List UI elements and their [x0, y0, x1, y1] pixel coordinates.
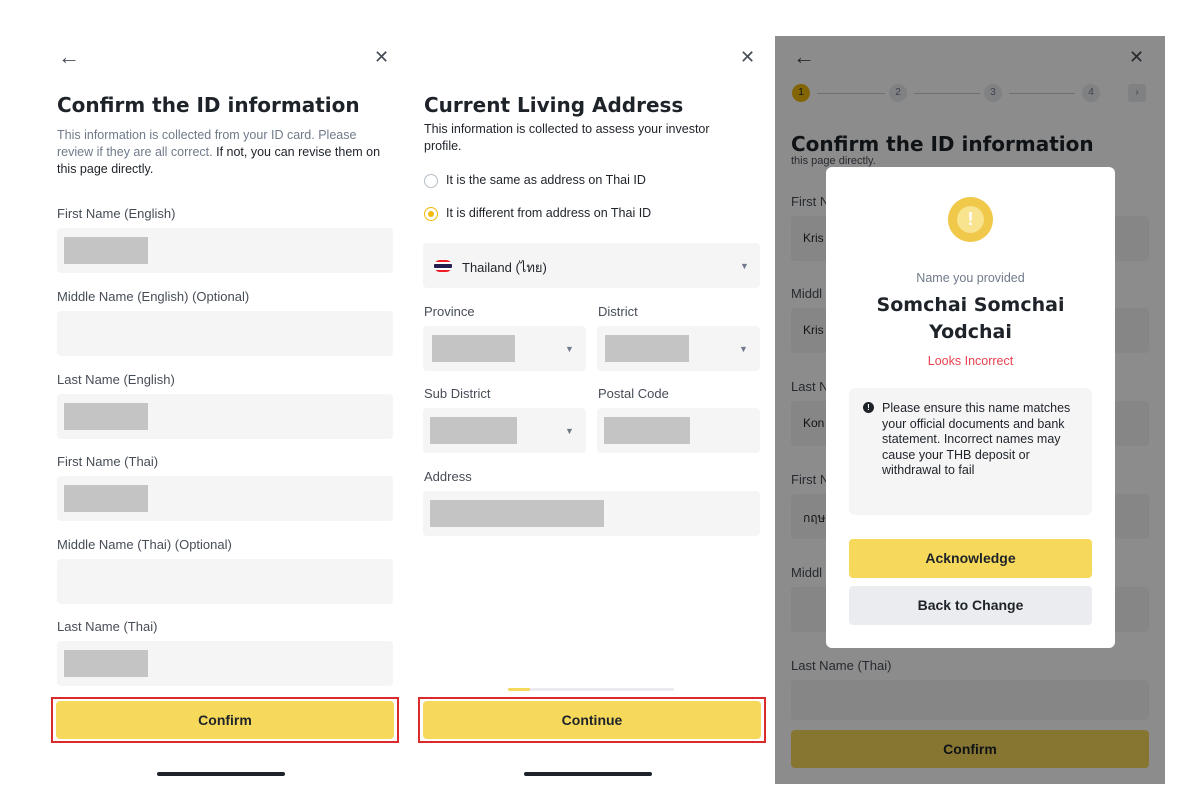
redacted-value: [64, 485, 148, 512]
postal-code-label: Postal Code: [598, 386, 669, 401]
chevron-down-icon: ▼: [739, 344, 748, 354]
redacted-value: [64, 403, 148, 430]
sub-district-label: Sub District: [424, 386, 491, 401]
province-select[interactable]: ▼: [423, 326, 586, 371]
redacted-value: [604, 417, 690, 444]
middle-name-english-input[interactable]: [57, 311, 393, 356]
last-name-english-input[interactable]: [57, 394, 393, 439]
thailand-flag-icon: [434, 260, 452, 272]
warning-icon: !: [948, 197, 993, 242]
exclamation-icon: !: [957, 206, 984, 233]
info-icon: !: [863, 402, 874, 413]
district-select[interactable]: ▼: [597, 326, 760, 371]
chevron-down-icon: ▼: [565, 344, 574, 354]
chevron-down-icon: ▼: [565, 426, 574, 436]
last-name-thai-label: Last Name (Thai): [57, 619, 158, 634]
last-name-thai-input[interactable]: [57, 641, 393, 686]
home-indicator: [157, 772, 285, 776]
page-description: This information is collected from your …: [57, 127, 387, 178]
last-name-english-label: Last Name (English): [57, 372, 175, 387]
postal-code-input[interactable]: [597, 408, 760, 453]
back-arrow-icon[interactable]: ←: [58, 46, 80, 68]
redacted-value: [430, 500, 604, 527]
home-indicator: [524, 772, 652, 776]
middle-name-thai-input[interactable]: [57, 559, 393, 604]
middle-name-english-label: Middle Name (English) (Optional): [57, 289, 250, 304]
confirm-id-panel: ← ✕ Confirm the ID information This info…: [42, 36, 408, 784]
provided-name-line1: Somchai Somchai: [876, 294, 1065, 316]
redacted-value: [430, 417, 517, 444]
redacted-value: [432, 335, 515, 362]
province-label: Province: [424, 304, 475, 319]
country-select[interactable]: Thailand (ไทย) ▼: [423, 243, 760, 288]
page-title: Confirm the ID information: [57, 93, 360, 117]
acknowledge-button[interactable]: Acknowledge: [849, 539, 1092, 578]
same-address-label[interactable]: It is the same as address on Thai ID: [446, 173, 646, 187]
district-label: District: [598, 304, 638, 319]
country-value: Thailand (ไทย): [462, 260, 547, 275]
close-icon[interactable]: ✕: [740, 46, 755, 68]
provided-name-line2: Yodchai: [929, 321, 1012, 343]
page-description: This information is collected to assess …: [424, 122, 710, 153]
first-name-thai-input[interactable]: [57, 476, 393, 521]
warning-note: ! Please ensure this name matches your o…: [849, 388, 1092, 515]
name-warning-modal: ! Name you provided Somchai Somchai Yodc…: [826, 167, 1115, 648]
modal-subtitle: Name you provided: [916, 271, 1025, 285]
middle-name-thai-label: Middle Name (Thai) (Optional): [57, 537, 232, 552]
redacted-value: [64, 237, 148, 264]
same-address-radio[interactable]: [424, 174, 438, 188]
redacted-value: [605, 335, 689, 362]
first-name-english-label: First Name (English): [57, 206, 176, 221]
close-icon[interactable]: ✕: [374, 46, 389, 68]
address-label: Address: [424, 469, 472, 484]
sub-district-select[interactable]: ▼: [423, 408, 586, 453]
continue-button[interactable]: Continue: [423, 701, 761, 739]
living-address-panel: ✕ Current Living Address This informatio…: [408, 36, 774, 784]
back-to-change-button[interactable]: Back to Change: [849, 586, 1092, 625]
page-title: Current Living Address: [424, 93, 684, 117]
status-text: Looks Incorrect: [927, 354, 1014, 368]
confirm-id-modal-panel: ← ✕ 1 2 3 4 › Confirm the ID information…: [775, 36, 1165, 784]
different-address-label[interactable]: It is different from address on Thai ID: [446, 206, 651, 220]
first-name-thai-label: First Name (Thai): [57, 454, 159, 469]
progress-track: [508, 688, 674, 691]
first-name-english-input[interactable]: [57, 228, 393, 273]
chevron-down-icon: ▼: [740, 261, 749, 271]
warning-note-text: Please ensure this name matches your off…: [882, 401, 1071, 477]
progress-fill: [508, 688, 530, 691]
redacted-value: [64, 650, 148, 677]
different-address-radio[interactable]: [424, 207, 438, 221]
confirm-button[interactable]: Confirm: [56, 701, 394, 739]
address-input[interactable]: [423, 491, 760, 536]
